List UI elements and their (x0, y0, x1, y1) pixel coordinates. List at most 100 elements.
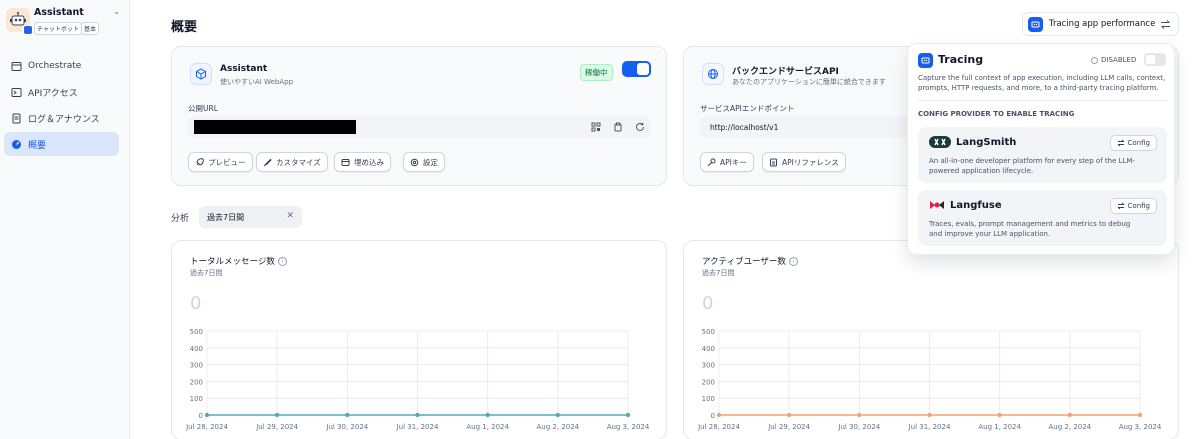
config-button-label: Config (1127, 139, 1150, 147)
document-icon (770, 158, 777, 166)
data-point[interactable] (1137, 412, 1143, 418)
chart-title-text: トータルメッセージ数 (190, 257, 275, 267)
y-tick-label: 0 (711, 412, 715, 420)
swap-icon (1116, 139, 1125, 147)
info-icon[interactable]: i (788, 257, 798, 266)
rocket-icon (196, 157, 204, 166)
qrcode-icon[interactable] (590, 121, 602, 133)
api-reference-button-label: APIリファレンス (782, 157, 839, 167)
langfuse-icon (930, 201, 944, 209)
x-tick-label: Aug 1, 2024 (978, 423, 1021, 431)
tracing-description: Capture the full context of app executio… (918, 74, 1166, 92)
copy-icon[interactable] (612, 121, 624, 133)
terminal-square-icon (9, 59, 23, 73)
embed-icon (341, 158, 350, 166)
tracing-button-label: Tracing app performance (1049, 19, 1156, 29)
x-tick-label: Aug 3, 2024 (1119, 423, 1162, 431)
refresh-icon[interactable] (634, 121, 646, 133)
webapp-enable-toggle[interactable] (622, 61, 651, 77)
x-tick-label: Jul 28, 2024 (185, 423, 228, 431)
gear-icon (410, 158, 419, 166)
app-avatar (6, 8, 33, 35)
app-plan-badge: 基本 (81, 22, 100, 35)
settings-button[interactable]: 設定 (403, 152, 445, 172)
langfuse-config-button[interactable]: Config (1109, 198, 1157, 214)
sidebar-item-api-access[interactable]: APIアクセス (4, 80, 119, 104)
sidebar-item-label: 概要 (28, 140, 47, 151)
total-messages-chart: 0 100 200 300 400 500 Jul 28, 2024 Jul 29, 2024… (185, 328, 650, 431)
embed-button[interactable]: 埋め込み (334, 152, 391, 172)
sidebar-item-overview[interactable]: 概要 (4, 132, 119, 156)
data-point[interactable] (857, 412, 862, 418)
tracing-toggle[interactable] (1144, 53, 1166, 66)
chart-subtitle: 過去7日間 (702, 269, 735, 277)
data-point[interactable] (716, 412, 722, 418)
langsmith-config-button[interactable]: Config (1109, 135, 1157, 151)
provider-description: An all-in-one developer platform for eve… (929, 157, 1135, 175)
y-tick-label: 100 (190, 395, 203, 403)
sidebar-item-logs[interactable]: ログ＆アナウンス (4, 106, 119, 130)
y-tick-label: 100 (702, 395, 715, 403)
tracing-app-icon (1028, 16, 1043, 32)
x-tick-label: Aug 3, 2024 (607, 423, 650, 431)
sidebar: Assistant ⌄ チャットボット 基本 Orchestrate APIアク… (0, 0, 130, 439)
preview-button[interactable]: プレビュー (188, 152, 253, 172)
sidebar-item-orchestrate[interactable]: Orchestrate (4, 54, 119, 78)
data-point[interactable] (927, 412, 932, 418)
api-key-button[interactable]: APIキー (700, 152, 754, 172)
api-reference-button[interactable]: APIリファレンス (762, 152, 846, 172)
y-tick-label: 500 (702, 328, 715, 336)
globe-icon (702, 63, 724, 85)
data-point[interactable] (786, 412, 792, 418)
total-messages-chart-card: トータルメッセージ数 i 過去7日間 0 0 100 200 300 400 500 Jul … (171, 240, 667, 439)
x-tick-label: Jul 29, 2024 (255, 423, 298, 431)
tracing-button[interactable]: Tracing app performance (1022, 12, 1179, 36)
data-point[interactable] (997, 412, 1002, 418)
api-endpoint-value: http://localhost/v1 (710, 123, 779, 132)
y-tick-label: 200 (702, 378, 715, 386)
data-point[interactable] (555, 412, 561, 418)
x-tick-label: Jul 31, 2024 (908, 423, 951, 431)
info-icon[interactable]: i (277, 257, 287, 266)
data-point[interactable] (345, 412, 350, 418)
x-tick-label: Jul 29, 2024 (767, 423, 810, 431)
data-point[interactable] (274, 412, 280, 418)
tracing-popover: Tracing DISABLED Capture the full contex… (907, 43, 1175, 255)
page-title: 概要 (171, 20, 198, 35)
y-tick-label: 0 (199, 412, 203, 420)
chart-total: 0 (702, 293, 714, 314)
x-tick-label: Jul 30, 2024 (325, 423, 368, 431)
settings-button-label: 設定 (423, 157, 438, 167)
swap-icon (1116, 202, 1125, 210)
api-key-button-label: APIキー (720, 157, 747, 167)
data-point[interactable] (204, 412, 210, 418)
api-subtitle: あなたのアプリケーションに簡単に統合できます (732, 78, 886, 86)
sidebar-item-label: APIアクセス (28, 88, 78, 99)
app-switcher[interactable]: Assistant ⌄ チャットボット 基本 (6, 5, 124, 41)
provider-name: LangSmith (956, 136, 1017, 148)
x-tick-label: Jul 31, 2024 (396, 423, 439, 431)
period-select[interactable]: 過去7日間 ✕ (199, 206, 302, 228)
tracing-title: Tracing (938, 53, 984, 66)
data-point[interactable] (415, 412, 420, 418)
tracing-status: DISABLED (1091, 56, 1136, 64)
sidebar-item-label: Orchestrate (28, 61, 82, 71)
webapp-subtitle: 使いやすいAI WebApp (220, 78, 294, 86)
customize-button[interactable]: カスタマイズ (256, 152, 328, 172)
data-point[interactable] (485, 412, 490, 418)
period-value: 過去7日間 (207, 212, 245, 222)
x-tick-label: Jul 28, 2024 (697, 423, 740, 431)
key-icon (707, 158, 716, 166)
x-tick-label: Aug 1, 2024 (466, 423, 509, 431)
y-tick-label: 400 (702, 345, 715, 353)
chevron-down-icon[interactable]: ⌄ (113, 7, 120, 16)
clear-icon[interactable]: ✕ (286, 211, 294, 221)
api-endpoint-label: サービスAPIエンドポイント (700, 104, 795, 113)
brush-icon (263, 158, 272, 166)
data-point[interactable] (1067, 412, 1073, 418)
provider-langsmith: LangSmith Config An all-in-one developer… (918, 127, 1167, 183)
webapp-card: Assistant 使いやすいAI WebApp 稼働中 公開URL プレビュー… (171, 46, 667, 186)
y-tick-label: 200 (190, 378, 203, 386)
dashboard-icon (9, 137, 23, 151)
data-point[interactable] (625, 412, 631, 418)
